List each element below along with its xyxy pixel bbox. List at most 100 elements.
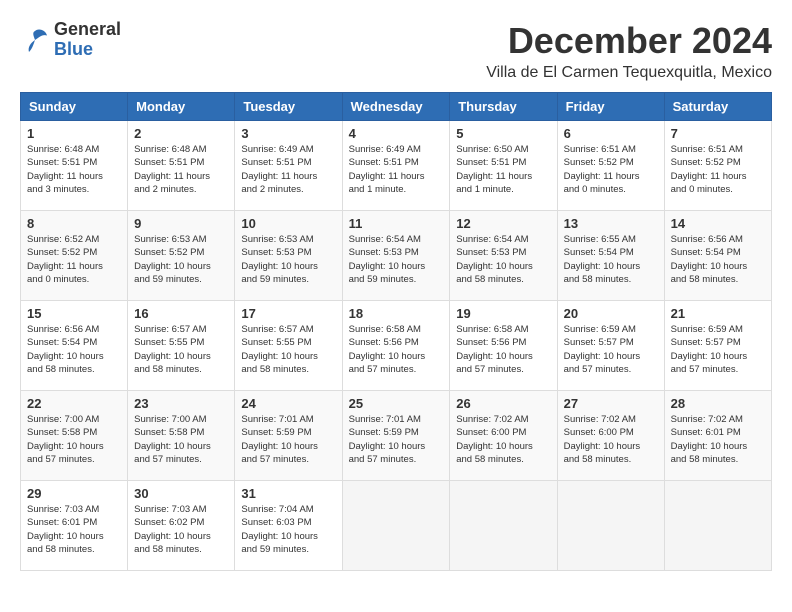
calendar-cell: 29 Sunrise: 7:03 AM Sunset: 6:01 PM Dayli…: [21, 481, 128, 571]
day-info: Sunrise: 6:48 AM Sunset: 5:51 PM Dayligh…: [27, 144, 103, 195]
day-info: Sunrise: 7:02 AM Sunset: 6:00 PM Dayligh…: [564, 414, 641, 465]
calendar-cell: 9Sunrise: 6:53 AM Sunset: 5:52 PM Daylig…: [128, 211, 235, 301]
day-number: 17: [241, 306, 335, 321]
day-number: 14: [671, 216, 765, 231]
day-info: Sunrise: 6:54 AM Sunset: 5:53 PM Dayligh…: [456, 234, 533, 285]
day-number: 2: [134, 126, 228, 141]
day-info: Sunrise: 7:03 AM Sunset: 6:01 PM Dayligh…: [27, 504, 104, 555]
day-number: 11: [349, 216, 444, 231]
calendar-cell: 22 Sunrise: 7:00 AM Sunset: 5:58 PM Dayli…: [21, 391, 128, 481]
calendar-week-row: 29 Sunrise: 7:03 AM Sunset: 6:01 PM Dayli…: [21, 481, 772, 571]
day-info: Sunrise: 6:58 AM Sunset: 5:56 PM Dayligh…: [349, 324, 426, 375]
day-info: Sunrise: 6:55 AM Sunset: 5:54 PM Dayligh…: [564, 234, 641, 285]
day-number: 13: [564, 216, 658, 231]
day-info: Sunrise: 6:57 AM Sunset: 5:55 PM Dayligh…: [134, 324, 211, 375]
month-title: December 2024: [486, 20, 772, 62]
calendar-table: SundayMondayTuesdayWednesdayThursdayFrid…: [20, 92, 772, 571]
day-number: 10: [241, 216, 335, 231]
day-number: 22: [27, 396, 121, 411]
day-info: Sunrise: 6:49 AM Sunset: 5:51 PM Dayligh…: [349, 144, 425, 195]
calendar-cell: 16 Sunrise: 6:57 AM Sunset: 5:55 PM Dayli…: [128, 301, 235, 391]
calendar-cell: 17 Sunrise: 6:57 AM Sunset: 5:55 PM Dayli…: [235, 301, 342, 391]
logo-bird-icon: [20, 25, 50, 55]
calendar-cell: 6 Sunrise: 6:51 AM Sunset: 5:52 PM Daylig…: [557, 121, 664, 211]
day-info: Sunrise: 7:00 AM Sunset: 5:58 PM Dayligh…: [27, 414, 104, 465]
calendar-cell: 3Sunrise: 6:49 AM Sunset: 5:51 PM Daylig…: [235, 121, 342, 211]
day-info: Sunrise: 7:02 AM Sunset: 6:00 PM Dayligh…: [456, 414, 533, 465]
day-info: Sunrise: 7:03 AM Sunset: 6:02 PM Dayligh…: [134, 504, 211, 555]
calendar-cell: [450, 481, 557, 571]
calendar-header-friday: Friday: [557, 93, 664, 121]
day-number: 4: [349, 126, 444, 141]
day-info: Sunrise: 6:56 AM Sunset: 5:54 PM Dayligh…: [671, 234, 748, 285]
calendar-cell: 31 Sunrise: 7:04 AM Sunset: 6:03 PM Dayli…: [235, 481, 342, 571]
day-number: 29: [27, 486, 121, 501]
day-number: 7: [671, 126, 765, 141]
calendar-cell: 14 Sunrise: 6:56 AM Sunset: 5:54 PM Dayli…: [664, 211, 771, 301]
day-info: Sunrise: 7:02 AM Sunset: 6:01 PM Dayligh…: [671, 414, 748, 465]
day-number: 26: [456, 396, 550, 411]
logo-text: General Blue: [54, 20, 121, 60]
calendar-cell: 26 Sunrise: 7:02 AM Sunset: 6:00 PM Dayli…: [450, 391, 557, 481]
logo-general: General: [54, 20, 121, 40]
calendar-header-monday: Monday: [128, 93, 235, 121]
day-info: Sunrise: 6:50 AM Sunset: 5:51 PM Dayligh…: [456, 144, 532, 195]
day-info: Sunrise: 6:51 AM Sunset: 5:52 PM Dayligh…: [671, 144, 747, 195]
calendar-header-wednesday: Wednesday: [342, 93, 450, 121]
day-info: Sunrise: 6:59 AM Sunset: 5:57 PM Dayligh…: [671, 324, 748, 375]
calendar-header-thursday: Thursday: [450, 93, 557, 121]
calendar-week-row: 15 Sunrise: 6:56 AM Sunset: 5:54 PM Dayli…: [21, 301, 772, 391]
day-number: 25: [349, 396, 444, 411]
calendar-cell: [557, 481, 664, 571]
location-title: Villa de El Carmen Tequexquitla, Mexico: [486, 64, 772, 82]
calendar-cell: [342, 481, 450, 571]
calendar-cell: 1 Sunrise: 6:48 AM Sunset: 5:51 PM Daylig…: [21, 121, 128, 211]
day-number: 18: [349, 306, 444, 321]
day-info: Sunrise: 7:01 AM Sunset: 5:59 PM Dayligh…: [241, 414, 318, 465]
day-info: Sunrise: 6:49 AM Sunset: 5:51 PM Dayligh…: [241, 144, 317, 195]
calendar-cell: 4 Sunrise: 6:49 AM Sunset: 5:51 PM Daylig…: [342, 121, 450, 211]
day-number: 6: [564, 126, 658, 141]
day-info: Sunrise: 6:53 AM Sunset: 5:53 PM Dayligh…: [241, 234, 318, 285]
calendar-header-tuesday: Tuesday: [235, 93, 342, 121]
day-info: Sunrise: 6:57 AM Sunset: 5:55 PM Dayligh…: [241, 324, 318, 375]
logo: General Blue: [20, 20, 121, 60]
calendar-cell: 12Sunrise: 6:54 AM Sunset: 5:53 PM Dayli…: [450, 211, 557, 301]
calendar-header-saturday: Saturday: [664, 93, 771, 121]
calendar-header-row: SundayMondayTuesdayWednesdayThursdayFrid…: [21, 93, 772, 121]
calendar-cell: [664, 481, 771, 571]
calendar-cell: 25 Sunrise: 7:01 AM Sunset: 5:59 PM Dayli…: [342, 391, 450, 481]
day-number: 19: [456, 306, 550, 321]
day-number: 30: [134, 486, 228, 501]
day-info: Sunrise: 6:48 AM Sunset: 5:51 PM Dayligh…: [134, 144, 210, 195]
calendar-cell: 20Sunrise: 6:59 AM Sunset: 5:57 PM Dayli…: [557, 301, 664, 391]
day-info: Sunrise: 6:54 AM Sunset: 5:53 PM Dayligh…: [349, 234, 426, 285]
calendar-cell: 5Sunrise: 6:50 AM Sunset: 5:51 PM Daylig…: [450, 121, 557, 211]
day-number: 8: [27, 216, 121, 231]
calendar-cell: 30 Sunrise: 7:03 AM Sunset: 6:02 PM Dayli…: [128, 481, 235, 571]
calendar-cell: 24Sunrise: 7:01 AM Sunset: 5:59 PM Dayli…: [235, 391, 342, 481]
calendar-cell: 8 Sunrise: 6:52 AM Sunset: 5:52 PM Daylig…: [21, 211, 128, 301]
day-info: Sunrise: 7:04 AM Sunset: 6:03 PM Dayligh…: [241, 504, 318, 555]
calendar-week-row: 8 Sunrise: 6:52 AM Sunset: 5:52 PM Daylig…: [21, 211, 772, 301]
calendar-cell: 27 Sunrise: 7:02 AM Sunset: 6:00 PM Dayli…: [557, 391, 664, 481]
day-info: Sunrise: 6:52 AM Sunset: 5:52 PM Dayligh…: [27, 234, 103, 285]
calendar-cell: 7 Sunrise: 6:51 AM Sunset: 5:52 PM Daylig…: [664, 121, 771, 211]
day-number: 15: [27, 306, 121, 321]
calendar-week-row: 1 Sunrise: 6:48 AM Sunset: 5:51 PM Daylig…: [21, 121, 772, 211]
day-number: 31: [241, 486, 335, 501]
day-number: 23: [134, 396, 228, 411]
day-info: Sunrise: 7:01 AM Sunset: 5:59 PM Dayligh…: [349, 414, 426, 465]
day-info: Sunrise: 6:59 AM Sunset: 5:57 PM Dayligh…: [564, 324, 641, 375]
day-number: 1: [27, 126, 121, 141]
day-number: 16: [134, 306, 228, 321]
page-header: General Blue December 2024 Villa de El C…: [20, 20, 772, 82]
calendar-cell: 13 Sunrise: 6:55 AM Sunset: 5:54 PM Dayli…: [557, 211, 664, 301]
day-info: Sunrise: 6:56 AM Sunset: 5:54 PM Dayligh…: [27, 324, 104, 375]
calendar-cell: 2 Sunrise: 6:48 AM Sunset: 5:51 PM Daylig…: [128, 121, 235, 211]
day-info: Sunrise: 6:51 AM Sunset: 5:52 PM Dayligh…: [564, 144, 640, 195]
calendar-cell: 21Sunrise: 6:59 AM Sunset: 5:57 PM Dayli…: [664, 301, 771, 391]
calendar-cell: 15 Sunrise: 6:56 AM Sunset: 5:54 PM Dayli…: [21, 301, 128, 391]
day-number: 27: [564, 396, 658, 411]
calendar-cell: 11 Sunrise: 6:54 AM Sunset: 5:53 PM Dayli…: [342, 211, 450, 301]
